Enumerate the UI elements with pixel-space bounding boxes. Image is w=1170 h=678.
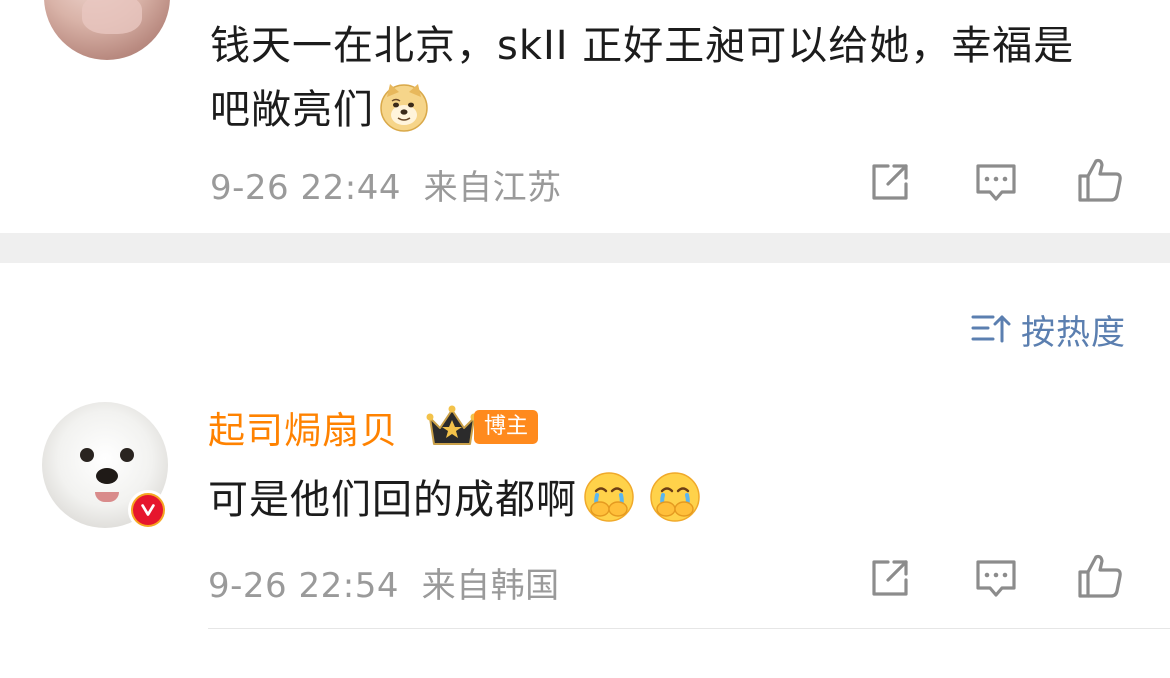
avatar-eye <box>80 448 94 462</box>
avatar-eye <box>120 448 134 462</box>
like-button[interactable] <box>1076 156 1124 204</box>
like-icon <box>1078 158 1122 202</box>
share-button[interactable] <box>866 554 914 602</box>
comment-time: 9-26 22:44 <box>210 168 401 208</box>
comment-text-content: 钱天一在北京，skII 正好王昶可以给她，幸福是吧敞亮们 <box>210 23 1075 133</box>
comment-text-content: 可是他们回的成都啊 <box>208 477 577 523</box>
share-icon <box>872 164 908 200</box>
share-icon <box>872 560 908 596</box>
sort-label: 按热度 <box>1021 312 1126 353</box>
comment-button[interactable] <box>972 554 1020 602</box>
crown-icon <box>426 404 478 448</box>
username[interactable]: 起司焗扇贝 <box>208 406 398 456</box>
comment-button[interactable] <box>972 158 1020 206</box>
comment-time: 9-26 22:54 <box>208 566 399 606</box>
author-badge: 博主 <box>474 410 539 444</box>
comment-icon <box>976 164 1016 201</box>
sort-by-hot-button[interactable]: 按热度 <box>971 306 1126 353</box>
like-button[interactable] <box>1076 552 1124 600</box>
avatar-mouth <box>95 492 119 502</box>
comment-text: 可是他们回的成都啊 <box>208 470 701 530</box>
comment-text: 钱天一在北京，skII 正好王昶可以给她，幸福是吧敞亮们 <box>210 14 1110 142</box>
crying-face-emoji <box>649 471 701 523</box>
verified-v-icon <box>133 495 163 525</box>
comment-location: 来自韩国 <box>421 566 560 606</box>
section-separator <box>0 233 1170 263</box>
crying-face-emoji <box>583 471 635 523</box>
avatar[interactable] <box>44 0 170 60</box>
like-icon <box>1078 554 1122 598</box>
share-button[interactable] <box>866 158 914 206</box>
doge-emoji <box>378 81 430 133</box>
comment-meta: 9-26 22:44 来自江苏 <box>210 160 562 209</box>
comment-divider <box>208 628 1170 629</box>
comment-location: 来自江苏 <box>423 168 562 208</box>
avatar-nose <box>96 468 118 484</box>
sort-icon <box>971 309 1011 349</box>
comment-icon <box>976 560 1016 597</box>
comment-meta: 9-26 22:54 来自韩国 <box>208 558 560 607</box>
verified-badge <box>128 490 168 530</box>
